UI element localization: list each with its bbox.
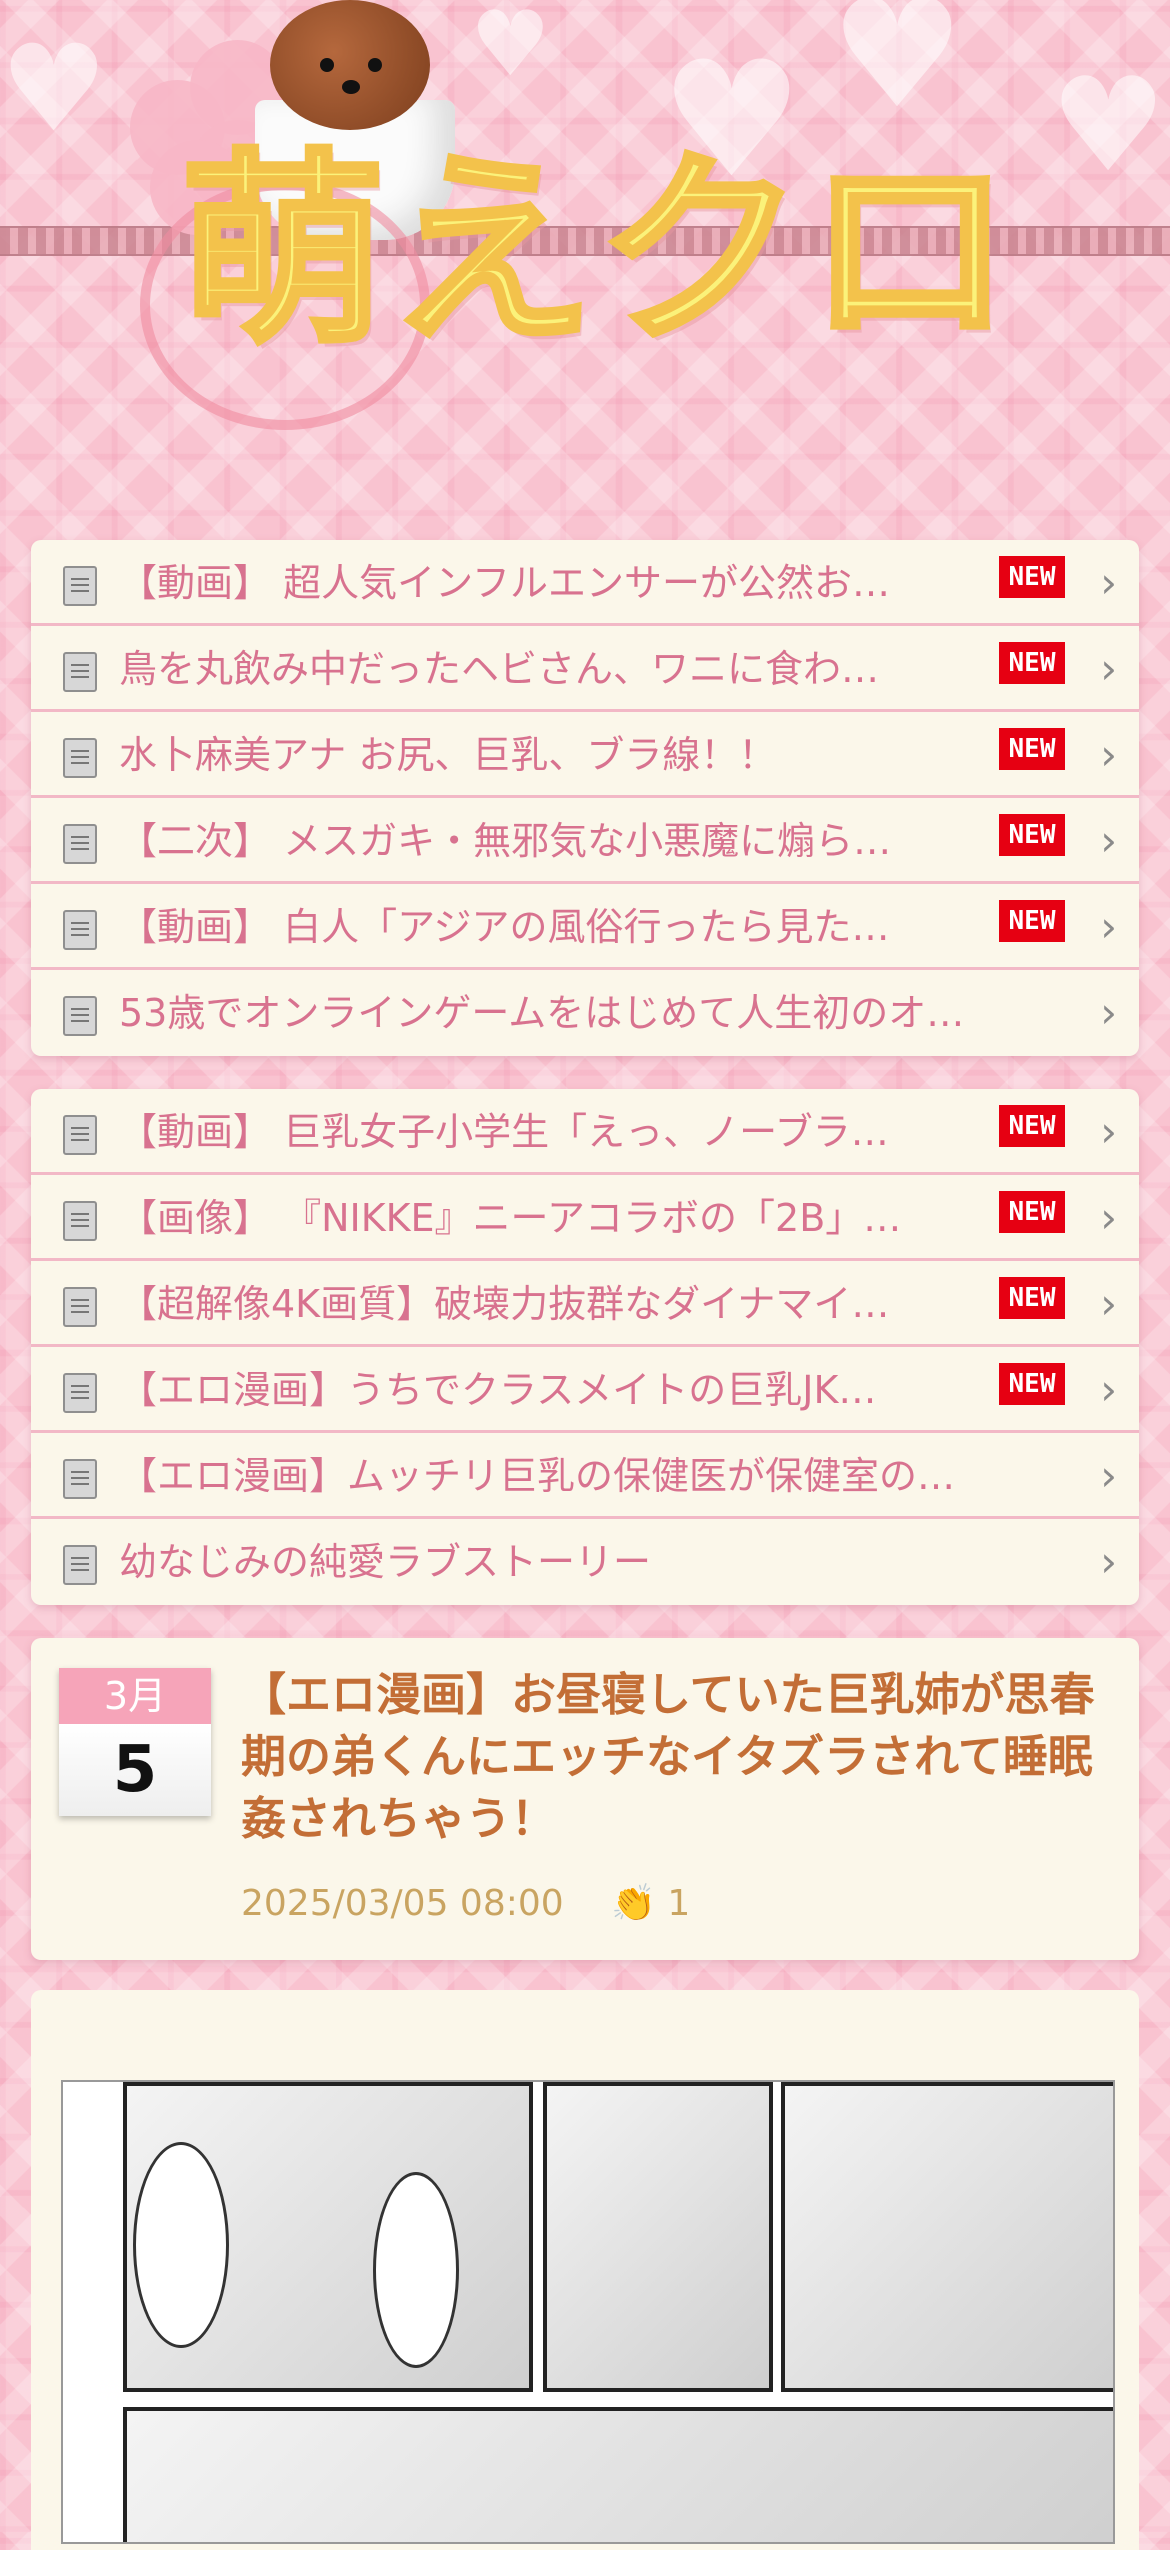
document-icon <box>63 910 97 950</box>
headline-title[interactable]: 鳥を丸飲み中だったヘビさん、ワニに食わ… <box>119 626 999 712</box>
headline-title[interactable]: 【画像】 『NIKKE』ニーアコラボの「2B」… <box>119 1175 999 1261</box>
document-icon <box>63 824 97 864</box>
headline-title[interactable]: 【動画】 超人気インフルエンサーが公然お… <box>119 540 999 626</box>
new-badge: NEW <box>999 556 1065 598</box>
article-datetime: 2025/03/05 08:00 <box>241 1883 564 1924</box>
headline-item[interactable]: 【動画】 白人「アジアの風俗行ったら見た… NEW › <box>31 884 1139 970</box>
chevron-right-icon: › <box>1100 644 1117 693</box>
clap-count: 1 <box>667 1883 691 1924</box>
document-icon <box>63 738 97 778</box>
headline-item[interactable]: 【動画】 巨乳女子小学生「えっ、ノーブラ… NEW › <box>31 1089 1139 1175</box>
article-header: 3月 5 【エロ漫画】お昼寝していた巨乳姉が思春期の弟くんにエッチなイタズラされ… <box>31 1638 1139 1960</box>
manga-image[interactable] <box>61 2080 1115 2544</box>
chevron-right-icon: › <box>1100 1365 1117 1414</box>
headline-item[interactable]: 鳥を丸飲み中だったヘビさん、ワニに食わ… NEW › <box>31 626 1139 712</box>
chevron-right-icon: › <box>1100 988 1117 1037</box>
headline-title[interactable]: 53歳でオンラインゲームをはじめて人生初のオ… <box>119 970 1079 1056</box>
headline-item[interactable]: 53歳でオンラインゲームをはじめて人生初のオ… › <box>31 970 1139 1056</box>
calendar-month: 3月 <box>59 1668 211 1724</box>
new-badge: NEW <box>999 814 1065 856</box>
headline-title[interactable]: 【エロ漫画】ムッチリ巨乳の保健医が保健室の… <box>119 1433 1079 1519</box>
site-header: ♥ ♥ ♥ ♥ ♥ 萌えクロ <box>0 0 1170 520</box>
new-badge: NEW <box>999 1105 1065 1147</box>
document-icon <box>63 566 97 606</box>
new-badge: NEW <box>999 1277 1065 1319</box>
headline-list-2: 【動画】 巨乳女子小学生「えっ、ノーブラ… NEW › 【画像】 『NIKKE』ニーア… <box>31 1089 1139 1605</box>
headline-item[interactable]: 【超解像4K画質】破壊力抜群なダイナマイ… NEW › <box>31 1261 1139 1347</box>
calendar-badge: 3月 5 <box>59 1668 211 1816</box>
document-icon <box>63 1545 97 1585</box>
document-icon <box>63 1115 97 1155</box>
headline-title[interactable]: 【動画】 巨乳女子小学生「えっ、ノーブラ… <box>119 1089 999 1175</box>
headline-title[interactable]: 水卜麻美アナ お尻、巨乳、ブラ線！！ <box>119 712 999 798</box>
headline-title[interactable]: 【動画】 白人「アジアの風俗行ったら見た… <box>119 884 999 970</box>
headline-item[interactable]: 【エロ漫画】ムッチリ巨乳の保健医が保健室の… › <box>31 1433 1139 1519</box>
headline-title[interactable]: 【超解像4K画質】破壊力抜群なダイナマイ… <box>119 1261 999 1347</box>
document-icon <box>63 996 97 1036</box>
new-badge: NEW <box>999 900 1065 942</box>
headline-list-1: 【動画】 超人気インフルエンサーが公然お… NEW › 鳥を丸飲み中だったヘビさん、ワ… <box>31 540 1139 1056</box>
article-body <box>31 1990 1139 2550</box>
new-badge: NEW <box>999 1191 1065 1233</box>
document-icon <box>63 652 97 692</box>
chevron-right-icon: › <box>1100 1193 1117 1242</box>
chevron-right-icon: › <box>1100 1451 1117 1500</box>
heart-decoration: ♥ <box>0 20 108 159</box>
headline-item[interactable]: 水卜麻美アナ お尻、巨乳、ブラ線！！ NEW › <box>31 712 1139 798</box>
headline-item[interactable]: 【画像】 『NIKKE』ニーアコラボの「2B」… NEW › <box>31 1175 1139 1261</box>
headline-item[interactable]: 幼なじみの純愛ラブストーリー › <box>31 1519 1139 1605</box>
heart-decoration: ♥ <box>470 0 551 97</box>
chevron-right-icon: › <box>1100 1107 1117 1156</box>
chevron-right-icon: › <box>1100 730 1117 779</box>
dog-image <box>270 0 430 130</box>
chevron-right-icon: › <box>1100 1279 1117 1328</box>
article-meta: 2025/03/05 08:00 👏 1 <box>241 1882 690 1924</box>
chevron-right-icon: › <box>1100 1537 1117 1586</box>
article-title[interactable]: 【エロ漫画】お昼寝していた巨乳姉が思春期の弟くんにエッチなイタズラされて睡眠姦さ… <box>241 1664 1111 1850</box>
chevron-right-icon: › <box>1100 816 1117 865</box>
new-badge: NEW <box>999 642 1065 684</box>
chevron-right-icon: › <box>1100 902 1117 951</box>
heart-decoration: ♥ <box>1050 49 1167 201</box>
chevron-right-icon: › <box>1100 558 1117 607</box>
document-icon <box>63 1373 97 1413</box>
headline-item[interactable]: 【エロ漫画】うちでクラスメイトの巨乳JK… NEW › <box>31 1347 1139 1433</box>
new-badge: NEW <box>999 1363 1065 1405</box>
clap-icon[interactable]: 👏 <box>611 1883 656 1924</box>
calendar-day: 5 <box>59 1724 211 1816</box>
headline-title[interactable]: 【二次】 メスガキ・無邪気な小悪魔に煽ら… <box>119 798 999 884</box>
document-icon <box>63 1459 97 1499</box>
new-badge: NEW <box>999 728 1065 770</box>
headline-item[interactable]: 【二次】 メスガキ・無邪気な小悪魔に煽ら… NEW › <box>31 798 1139 884</box>
headline-title[interactable]: 【エロ漫画】うちでクラスメイトの巨乳JK… <box>119 1347 999 1433</box>
headline-title[interactable]: 幼なじみの純愛ラブストーリー <box>119 1519 1079 1605</box>
document-icon <box>63 1201 97 1241</box>
document-icon <box>63 1287 97 1327</box>
headline-item[interactable]: 【動画】 超人気インフルエンサーが公然お… NEW › <box>31 540 1139 626</box>
site-logo[interactable]: 萌えクロ <box>177 147 1016 358</box>
heart-decoration: ♥ <box>830 0 965 142</box>
